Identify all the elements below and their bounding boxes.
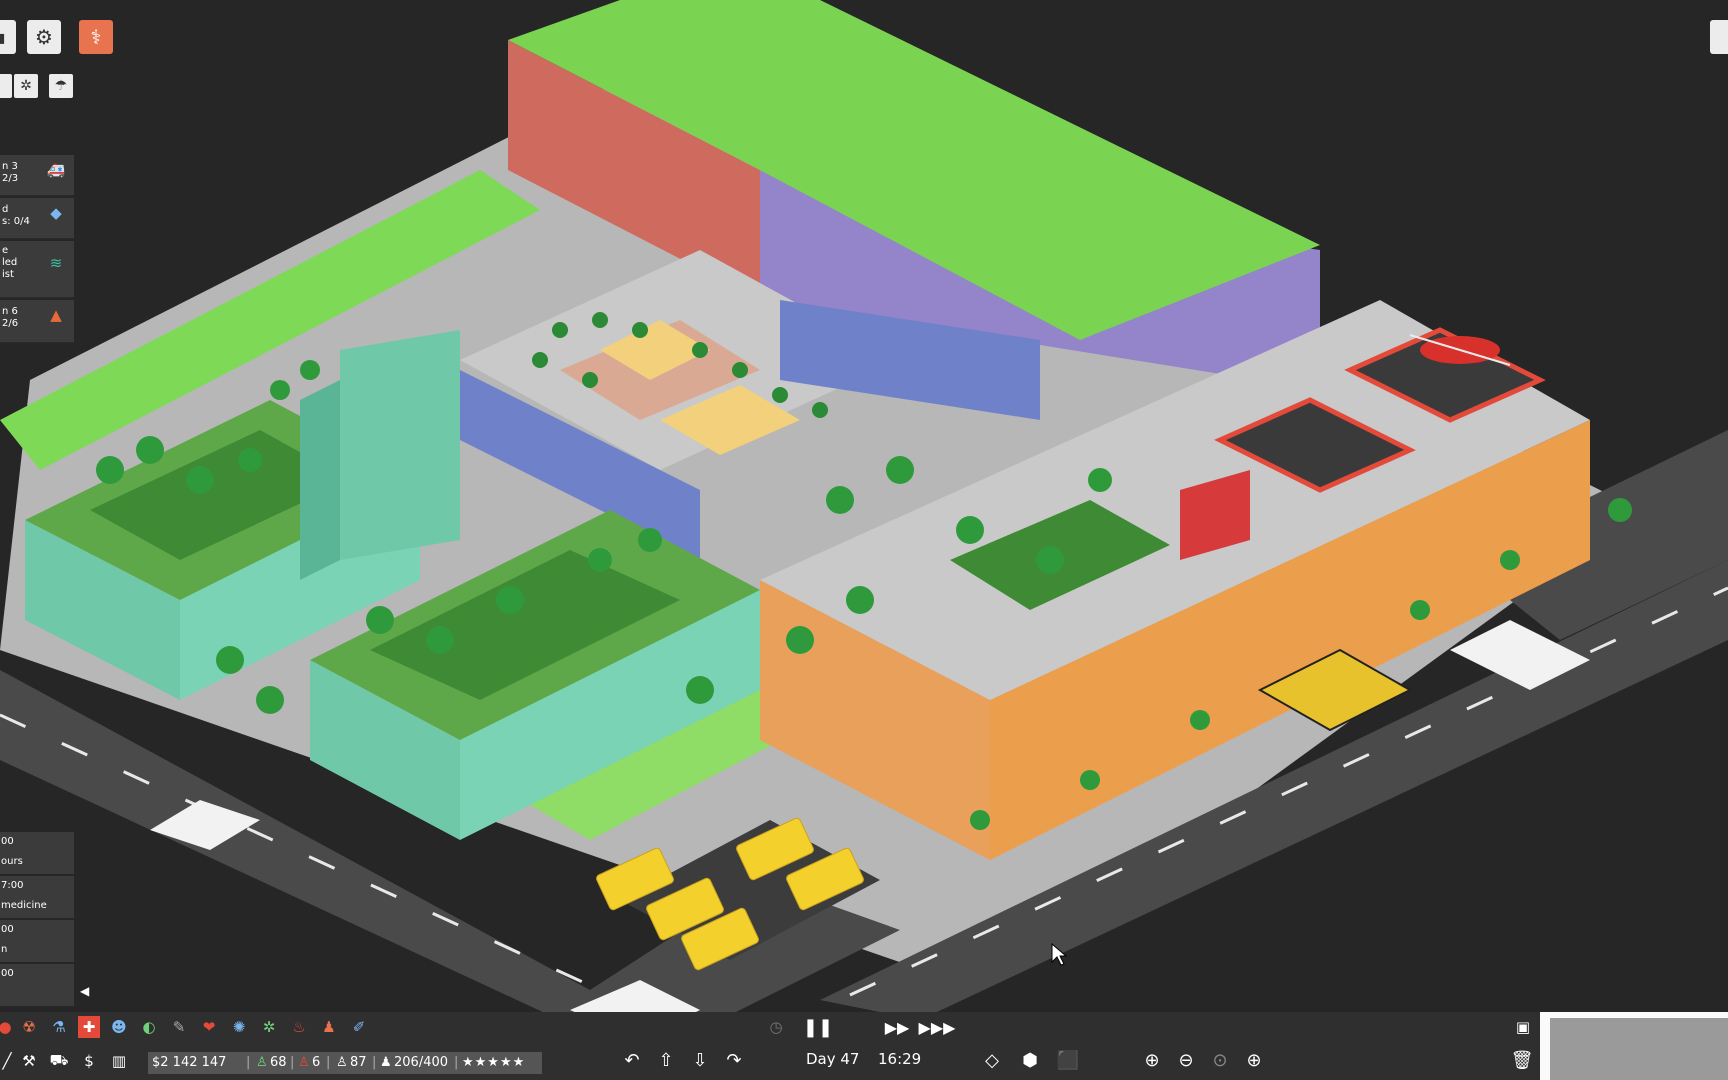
- game-clock: 16:29: [878, 1050, 922, 1068]
- objective-progress: 2/3: [2, 173, 19, 184]
- objective-text: ist: [2, 269, 14, 280]
- partial-small-button[interactable]: [0, 74, 12, 98]
- trash-icon[interactable]: 🗑: [1510, 1050, 1534, 1071]
- objective-text: led: [2, 257, 18, 268]
- notification-time: 00: [1, 924, 14, 935]
- money-value: $2 142 147: [152, 1055, 227, 1070]
- sick-staff-count: 6: [312, 1055, 321, 1070]
- brain-icon[interactable]: ✺: [228, 1016, 250, 1038]
- heart-icon[interactable]: ❤: [198, 1016, 220, 1038]
- staff-count: 68: [270, 1055, 287, 1070]
- rotate-left-button[interactable]: ↶: [620, 1050, 644, 1071]
- day-counter: Day 47: [806, 1050, 860, 1068]
- statistics-icon[interactable]: ▥: [108, 1050, 130, 1072]
- hospital-rating-stars: ★★★★★: [462, 1055, 526, 1070]
- minimap[interactable]: [1540, 1012, 1728, 1080]
- building-teal-tower-side: [300, 380, 340, 580]
- clock-icon: ◷: [769, 1018, 783, 1036]
- notification-time: 00: [1, 836, 14, 847]
- game-viewport[interactable]: [0, 0, 1728, 1080]
- objective-item[interactable]: n 3 2/3 🚑: [0, 155, 74, 196]
- objective-item[interactable]: n 6 2/6 ▲: [0, 300, 74, 343]
- zoom-out-icon[interactable]: ⊖: [1174, 1050, 1198, 1071]
- top-right-button[interactable]: [1710, 20, 1728, 54]
- zoom-max-icon[interactable]: ⊕: [1242, 1050, 1266, 1071]
- floor-down-button[interactable]: ⇩: [688, 1050, 712, 1071]
- separator: |: [246, 1055, 251, 1070]
- gears-icon: ⚙: [35, 25, 53, 49]
- body-icon[interactable]: ♟: [318, 1016, 340, 1038]
- umbrella-icon: ☂: [54, 78, 68, 94]
- separator: |: [290, 1055, 295, 1070]
- collapse-arrow-icon[interactable]: ◀: [80, 984, 89, 998]
- patient-icon: ♟: [380, 1055, 392, 1070]
- hospital-stats-bar: $2 142 147 | ♙ 68 | ♙ 6 | ♙ 87 | ♟ 206/4…: [148, 1052, 542, 1074]
- zoom-in-icon[interactable]: ⊕: [1140, 1050, 1164, 1071]
- finance-icon[interactable]: $: [78, 1050, 100, 1072]
- globe-icon[interactable]: ◐: [138, 1016, 160, 1038]
- walls-view-icon[interactable]: ⬢: [1018, 1050, 1042, 1071]
- objective-text: d: [2, 204, 9, 215]
- notification-text: n: [1, 944, 8, 955]
- fastest-forward-button[interactable]: ▶▶▶: [919, 1016, 956, 1038]
- objective-item[interactable]: d s: 0/4 ◆: [0, 198, 74, 239]
- minimap-view[interactable]: [1550, 1018, 1728, 1080]
- objective-progress: s: 0/4: [2, 216, 30, 227]
- separator: |: [454, 1055, 459, 1070]
- virus-icon[interactable]: ✲: [258, 1016, 280, 1038]
- ambulance-list-icon[interactable]: ⛟: [48, 1050, 70, 1072]
- ambulance-icon: 🚑: [46, 161, 66, 179]
- partial-left-button[interactable]: ▪: [0, 20, 16, 54]
- wave-icon: ≋: [49, 254, 63, 272]
- patient-capacity: 206/400: [394, 1055, 449, 1070]
- sick-staff-icon: ♙: [298, 1055, 310, 1070]
- partial-left-icon[interactable]: ╱: [0, 1050, 18, 1072]
- gears-button[interactable]: ⚙: [27, 20, 61, 54]
- objective-text: e: [2, 245, 9, 256]
- notification-item[interactable]: 00: [0, 964, 74, 1006]
- separator: |: [326, 1055, 331, 1070]
- syringe-icon[interactable]: ✎: [168, 1016, 190, 1038]
- objective-progress: 2/6: [2, 318, 19, 329]
- notification-text: medicine: [1, 900, 47, 911]
- notification-item[interactable]: 7:00 medicine: [0, 876, 74, 918]
- diamond-icon: ◆: [50, 204, 62, 222]
- zoom-reset-icon[interactable]: ⊙: [1208, 1050, 1232, 1071]
- visitor-icon: ♙: [336, 1055, 348, 1070]
- notification-item[interactable]: 00 ours: [0, 832, 74, 874]
- notification-item[interactable]: 00 n: [0, 920, 74, 962]
- radiology-icon[interactable]: ☢: [18, 1016, 40, 1038]
- doctor-icon[interactable]: ☻: [108, 1016, 130, 1038]
- staff-icon: ♙: [256, 1055, 268, 1070]
- tools-icon[interactable]: ⚒: [18, 1050, 40, 1072]
- objective-text: n 6: [2, 306, 18, 317]
- notification-time: 7:00: [1, 880, 24, 891]
- emergency-icon[interactable]: ●: [0, 1016, 16, 1038]
- full-view-icon[interactable]: ⬛: [1056, 1050, 1080, 1071]
- screenshot-icon[interactable]: ▣: [1512, 1016, 1534, 1038]
- virus-overlay-button[interactable]: ✲: [14, 74, 38, 98]
- notification-text: ours: [1, 856, 23, 867]
- floor-up-button[interactable]: ⇧: [654, 1050, 678, 1071]
- pause-button[interactable]: ❚❚: [803, 1016, 833, 1038]
- objective-item[interactable]: e led ist ≋: [0, 241, 74, 298]
- lab-flask-icon[interactable]: ⚗: [48, 1016, 70, 1038]
- floor-view-icon[interactable]: ◇: [980, 1050, 1004, 1071]
- separator: |: [372, 1055, 377, 1070]
- notification-time: 00: [1, 968, 14, 979]
- bandage-icon[interactable]: ✐: [348, 1016, 370, 1038]
- objective-text: n 3: [2, 161, 18, 172]
- fast-forward-button[interactable]: ▶▶: [885, 1016, 910, 1038]
- first-aid-icon[interactable]: ✚: [78, 1016, 100, 1038]
- flame-icon[interactable]: ♨: [288, 1016, 310, 1038]
- hospital-management-button[interactable]: ⚕: [79, 20, 113, 54]
- virus-icon: ✲: [20, 78, 32, 94]
- visitor-count: 87: [350, 1055, 367, 1070]
- mountain-icon: ▲: [50, 306, 62, 324]
- building-teal-tower: [340, 330, 460, 560]
- rotate-right-button[interactable]: ↷: [722, 1050, 746, 1071]
- umbrella-overlay-button[interactable]: ☂: [49, 74, 73, 98]
- stethoscope-icon: ⚕: [90, 25, 102, 49]
